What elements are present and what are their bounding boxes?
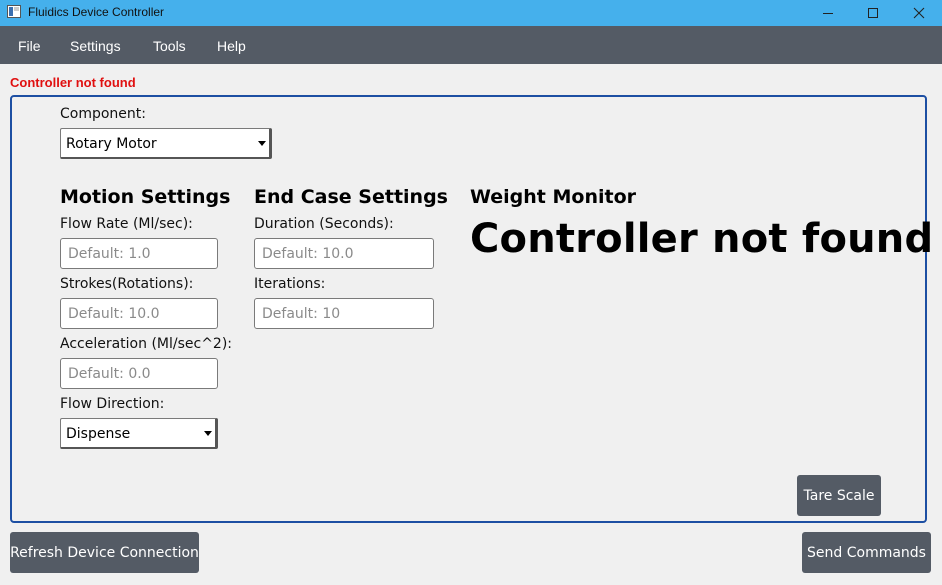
- weight-monitor-heading: Weight Monitor: [470, 186, 637, 208]
- weight-reading: Controller not found: [470, 216, 934, 262]
- menu-tools[interactable]: Tools: [153, 38, 186, 54]
- strokes-label: Strokes(Rotations):: [60, 276, 194, 292]
- send-commands-button[interactable]: Send Commands: [802, 532, 931, 573]
- component-select-value: Rotary Motor: [66, 136, 157, 152]
- strokes-input[interactable]: [60, 298, 218, 329]
- maximize-button[interactable]: [850, 0, 896, 26]
- motion-settings-heading: Motion Settings: [60, 186, 231, 208]
- flow-rate-input[interactable]: [60, 238, 218, 269]
- menu-file[interactable]: File: [18, 38, 41, 54]
- menu-help[interactable]: Help: [217, 38, 246, 54]
- iterations-input[interactable]: [254, 298, 434, 329]
- flow-direction-label: Flow Direction:: [60, 396, 165, 412]
- window-title: Fluidics Device Controller: [28, 5, 165, 19]
- minimize-button[interactable]: [805, 0, 851, 26]
- flow-direction-value: Dispense: [66, 426, 131, 442]
- app-icon: [7, 5, 21, 18]
- maximize-icon: [868, 8, 878, 18]
- acceleration-input[interactable]: [60, 358, 218, 389]
- duration-label: Duration (Seconds):: [254, 216, 394, 232]
- title-bar[interactable]: Fluidics Device Controller: [0, 0, 942, 26]
- chevron-down-icon: [204, 431, 212, 436]
- menu-settings[interactable]: Settings: [70, 38, 121, 54]
- component-select[interactable]: Rotary Motor: [60, 128, 272, 159]
- acceleration-label: Acceleration (Ml/sec^2):: [60, 336, 233, 352]
- end-case-settings-heading: End Case Settings: [254, 186, 448, 208]
- refresh-connection-button[interactable]: Refresh Device Connection: [10, 532, 199, 573]
- duration-input[interactable]: [254, 238, 434, 269]
- flow-rate-label: Flow Rate (Ml/sec):: [60, 216, 193, 232]
- component-label: Component:: [60, 106, 146, 122]
- tare-scale-button[interactable]: Tare Scale: [797, 475, 881, 516]
- close-button[interactable]: [896, 0, 942, 26]
- close-icon: [913, 7, 925, 19]
- iterations-label: Iterations:: [254, 276, 326, 292]
- menu-bar: File Settings Tools Help: [0, 26, 942, 64]
- chevron-down-icon: [258, 141, 266, 146]
- status-message: Controller not found: [10, 75, 136, 90]
- minimize-icon: [823, 13, 833, 14]
- flow-direction-select[interactable]: Dispense: [60, 418, 218, 449]
